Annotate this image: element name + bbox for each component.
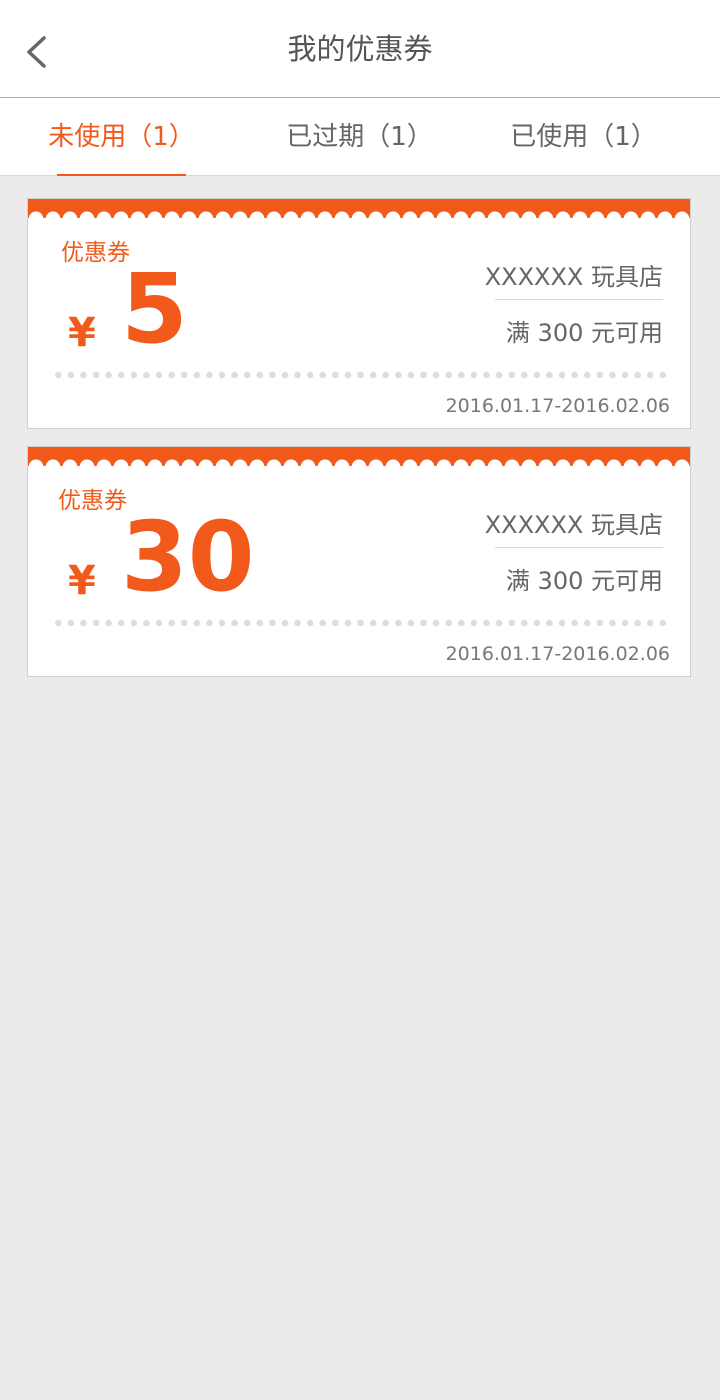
divider	[495, 299, 663, 300]
app-header: 我的优惠券	[0, 0, 720, 98]
tab-used[interactable]: 已使用（1）	[502, 98, 665, 176]
currency-symbol: ¥	[68, 310, 96, 356]
coupon-card[interactable]: 优惠券 ¥ 30 XXXXXX 玩具店 满 300 元可用 2016.01.17…	[27, 446, 691, 677]
tab-unused[interactable]: 未使用（1）	[40, 98, 203, 176]
coupon-type-label: 优惠券	[61, 240, 130, 266]
dotted-separator	[52, 371, 672, 379]
tab-bar: 未使用（1） 已过期（1） 已使用（1）	[0, 98, 720, 176]
coupon-amount: 30	[121, 501, 255, 613]
shop-name: XXXXXX 玩具店	[484, 263, 663, 291]
tab-active-indicator	[57, 174, 186, 176]
dotted-separator	[52, 619, 672, 627]
validity-date: 2016.01.17-2016.02.06	[445, 643, 670, 665]
coupon-scallop-border	[28, 447, 690, 466]
currency-symbol: ¥	[68, 558, 96, 604]
tab-expired[interactable]: 已过期（1）	[278, 98, 441, 176]
divider	[495, 547, 663, 548]
coupon-scallop-border	[28, 199, 690, 218]
shop-name: XXXXXX 玩具店	[484, 511, 663, 539]
validity-date: 2016.01.17-2016.02.06	[445, 395, 670, 417]
usage-condition: 满 300 元可用	[505, 319, 663, 347]
usage-condition: 满 300 元可用	[505, 567, 663, 595]
coupon-amount: 5	[121, 253, 188, 365]
page-title: 我的优惠券	[287, 32, 433, 66]
coupon-type-label: 优惠券	[58, 488, 127, 514]
coupon-card[interactable]: 优惠券 ¥ 5 XXXXXX 玩具店 满 300 元可用 2016.01.17-…	[27, 198, 691, 429]
